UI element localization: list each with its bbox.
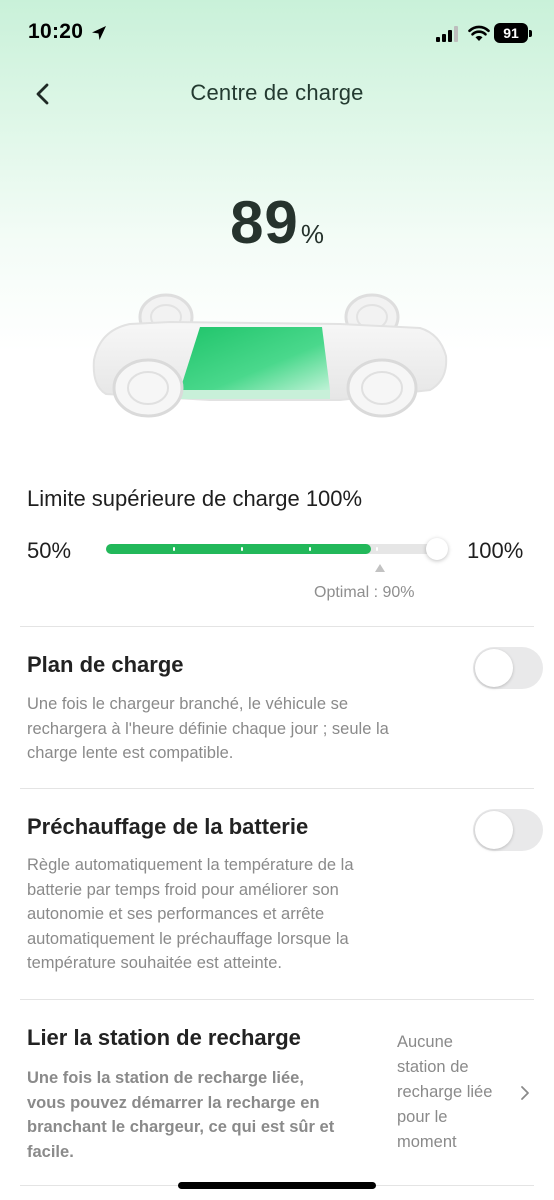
battery-pack-base — [180, 390, 330, 399]
status-time: 10:20 — [28, 20, 84, 43]
charge-percentage: 89% — [0, 188, 554, 257]
link-station-description: Une fois la station de recharge liée, vo… — [27, 1066, 377, 1164]
battery-preheat-description: Règle automatiquement la température de … — [27, 853, 354, 976]
value-line: Aucune — [397, 1033, 453, 1051]
battery-preheat-toggle[interactable] — [473, 809, 543, 851]
charge-plan-title: Plan de charge — [27, 652, 184, 677]
toggle-knob — [475, 811, 513, 849]
link-station-title[interactable]: Lier la station de recharge — [27, 1025, 301, 1051]
slider-tick — [173, 547, 175, 551]
optimal-marker-icon — [375, 564, 385, 572]
battery-level-badge: 91 — [494, 23, 528, 43]
charge-limit-max-label: 100% — [467, 538, 524, 563]
charge-limit-label: Limite supérieure de charge 100% — [27, 486, 363, 511]
car-wheel-front-left — [112, 358, 184, 418]
status-bar: 10:20 91 — [0, 0, 554, 64]
link-station-value[interactable]: Aucune station de recharge liée pour le … — [397, 1030, 511, 1155]
description-line: charge lente est compatible. — [27, 744, 234, 762]
divider — [20, 626, 534, 627]
charge-limit-min-label: 50% — [27, 538, 72, 563]
charge-percentage-unit: % — [300, 219, 324, 249]
value-line: station de — [397, 1058, 469, 1076]
description-line: Une fois le chargeur branché, le véhicul… — [27, 695, 349, 713]
page-title: Centre de charge — [190, 80, 364, 105]
battery-preheat-title: Préchauffage de la batterie — [27, 814, 309, 839]
description-line: branchant le chargeur, ce qui est sûr et — [27, 1118, 335, 1136]
home-indicator — [178, 1182, 376, 1189]
charge-percentage-value: 89 — [230, 189, 299, 256]
battery-pack — [180, 327, 330, 390]
slider-tick — [241, 547, 243, 551]
location-arrow-icon — [92, 26, 106, 40]
optimal-label: Optimal : 90% — [314, 584, 415, 601]
charge-limit-slider[interactable] — [106, 538, 448, 560]
description-line: autonomie et ses performances et arrête — [27, 905, 325, 923]
value-line: recharge liée — [397, 1083, 493, 1101]
chevron-right-icon[interactable] — [519, 1084, 531, 1102]
charge-limit-slider-thumb[interactable] — [426, 538, 448, 560]
description-line: température souhaitée est atteinte. — [27, 954, 282, 972]
description-line: vous pouvez démarrer la recharge en — [27, 1093, 320, 1112]
divider — [20, 788, 534, 789]
description-line: Une fois la station de recharge liée, — [27, 1069, 304, 1087]
charge-plan-description: Une fois le chargeur branché, le véhicul… — [27, 692, 389, 766]
toggle-knob — [475, 649, 513, 687]
description-line: facile. — [27, 1142, 74, 1161]
charge-plan-toggle[interactable] — [473, 647, 543, 689]
car-wheel-front-right — [346, 358, 418, 418]
battery-cap — [529, 30, 532, 37]
divider — [20, 999, 534, 1000]
cellular-signal-icon — [436, 26, 458, 42]
slider-tick — [309, 547, 311, 551]
description-line: automatiquement le préchauffage lorsque … — [27, 929, 349, 948]
description-line: Règle automatiquement la température de … — [27, 856, 354, 874]
value-line: moment — [397, 1133, 457, 1151]
value-line: pour le — [397, 1108, 448, 1126]
charge-limit-slider-fill — [106, 544, 371, 554]
description-line: batterie par temps froid pour améliorer … — [27, 880, 339, 899]
slider-tick — [376, 547, 378, 551]
wifi-icon — [468, 25, 490, 41]
description-line: rechargera à l'heure définie chaque jour… — [27, 719, 389, 738]
car-battery-illustration — [92, 293, 448, 418]
